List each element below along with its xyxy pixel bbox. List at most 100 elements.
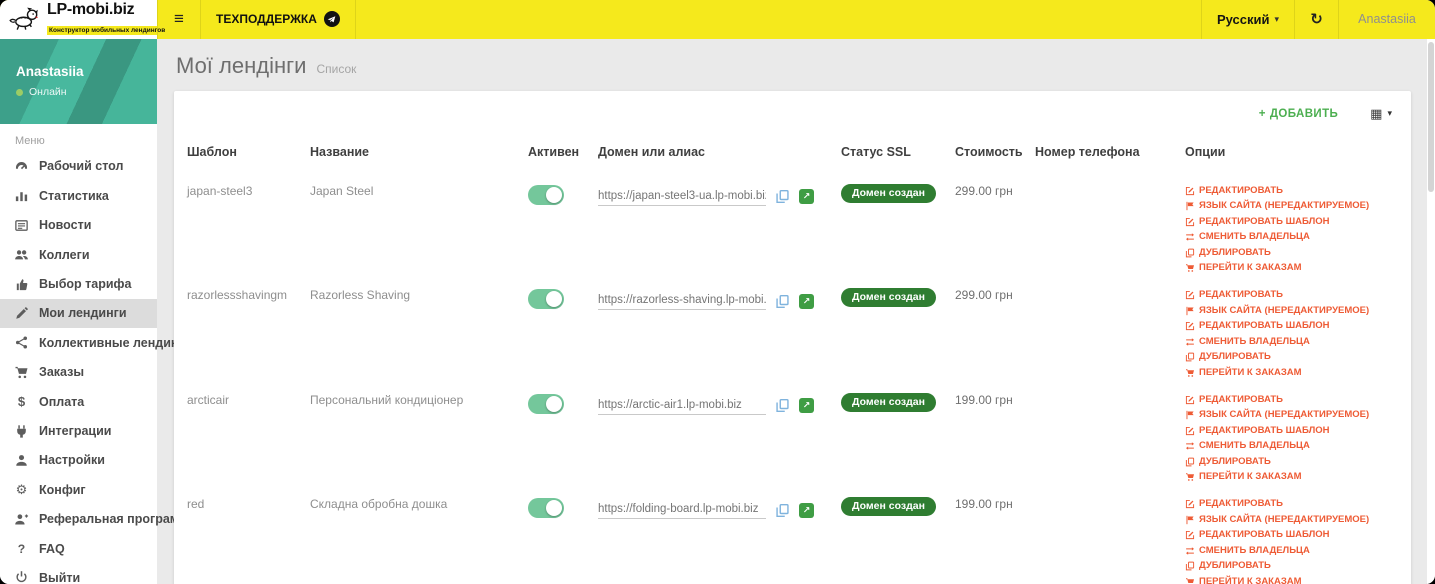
sidebar-item[interactable]: Заказы: [0, 358, 157, 387]
sidebar-user-name: Anastasiia: [16, 64, 84, 80]
view-selector[interactable]: ▦ ▾: [1370, 106, 1392, 122]
copy-icon[interactable]: [775, 189, 790, 204]
user-plus-icon: [14, 512, 29, 527]
sidebar-item[interactable]: FAQ: [0, 534, 157, 563]
option-link-label: ДУБЛИРОВАТЬ: [1199, 560, 1271, 572]
toggle-knob: [546, 500, 562, 517]
add-button[interactable]: + ДОБАВИТЬ: [1259, 108, 1338, 120]
logo-title: LP-mobi.biz: [47, 1, 135, 18]
sidebar-item[interactable]: Коллективные лендинги: [0, 328, 191, 357]
copy-icon[interactable]: [775, 503, 790, 518]
edit-icon: [1185, 395, 1195, 405]
option-link[interactable]: РЕДАКТИРОВАТЬ ШАБЛОН: [1185, 528, 1388, 542]
language-dropdown[interactable]: Русский ▾: [1200, 0, 1295, 39]
option-link[interactable]: ЯЗЫК САЙТА (НЕРЕДАКТИРУЕМОЕ): [1185, 408, 1388, 422]
cart-icon: [1185, 263, 1195, 273]
external-link-icon[interactable]: ↗: [799, 189, 814, 205]
column-header-domain: Домен или алиас: [598, 144, 706, 159]
active-toggle[interactable]: [528, 184, 564, 205]
sidebar-item[interactable]: Рабочий стол: [0, 152, 157, 181]
edit-icon: [1185, 530, 1195, 540]
main-content: Мої лендінги Список + ДОБАВИТЬ ▦ ▾ Шабло…: [157, 39, 1435, 584]
card-toolbar: + ДОБАВИТЬ ▦ ▾: [187, 91, 1398, 137]
domain-input[interactable]: [598, 396, 766, 415]
sidebar-item[interactable]: Интеграции: [0, 416, 157, 445]
option-link[interactable]: СМЕНИТЬ ВЛАДЕЛЬЦА: [1185, 335, 1388, 349]
option-link[interactable]: РЕДАКТИРОВАТЬ ШАБЛОН: [1185, 319, 1388, 333]
sidebar-item[interactable]: Мои лендинги: [0, 298, 157, 329]
copy-icon[interactable]: [775, 294, 790, 309]
scrollbar-thumb[interactable]: [1428, 41, 1434, 192]
name-cell: Складна обробна дошка: [310, 497, 448, 512]
edit-icon: [1185, 290, 1195, 300]
domain-cell: ↗: [598, 187, 841, 206]
telegram-icon: [323, 11, 340, 28]
logo-tagline: Конструктор мобильных лендингов: [47, 25, 168, 35]
option-link[interactable]: ЯЗЫК САЙТА (НЕРЕДАКТИРУЕМОЕ): [1185, 304, 1388, 318]
option-link[interactable]: ЯЗЫК САЙТА (НЕРЕДАКТИРУЕМОЕ): [1185, 199, 1388, 213]
support-button[interactable]: ТЕХПОДДЕРЖКА: [201, 0, 356, 39]
active-toggle[interactable]: [528, 393, 564, 414]
option-link[interactable]: РЕДАКТИРОВАТЬ: [1185, 184, 1388, 198]
hamburger-menu-icon[interactable]: ≡: [157, 0, 201, 39]
option-link[interactable]: РЕДАКТИРОВАТЬ: [1185, 497, 1388, 511]
option-link[interactable]: РЕДАКТИРОВАТЬ ШАБЛОН: [1185, 424, 1388, 438]
ssl-status-badge: Домен создан: [841, 288, 936, 308]
option-link[interactable]: СМЕНИТЬ ВЛАДЕЛЬЦА: [1185, 544, 1388, 558]
sidebar-user-status: Онлайн: [16, 86, 141, 98]
active-toggle[interactable]: [528, 498, 564, 519]
user-menu[interactable]: Anastasiia: [1339, 0, 1435, 39]
sidebar-item[interactable]: Коллеги: [0, 240, 157, 269]
option-link[interactable]: ДУБЛИРОВАТЬ: [1185, 246, 1388, 260]
external-link-icon[interactable]: ↗: [799, 502, 814, 518]
option-link[interactable]: ПЕРЕЙТИ К ЗАКАЗАМ: [1185, 575, 1388, 584]
option-link[interactable]: РЕДАКТИРОВАТЬ: [1185, 288, 1388, 302]
cart-icon: [14, 365, 29, 380]
name-cell: Персональний кондиціонер: [310, 392, 464, 407]
option-link-label: ДУБЛИРОВАТЬ: [1199, 351, 1271, 363]
sidebar-item[interactable]: Новости: [0, 211, 157, 240]
copy-icon[interactable]: [775, 398, 790, 413]
cart-icon: [1185, 368, 1195, 378]
domain-input[interactable]: [598, 501, 766, 520]
sidebar-item-label: Мои лендинги: [39, 306, 127, 321]
option-link[interactable]: ДУБЛИРОВАТЬ: [1185, 559, 1388, 573]
sidebar-item[interactable]: Настройки: [0, 446, 157, 475]
edit-icon: [1185, 186, 1195, 196]
sidebar-item[interactable]: Выбор тарифа: [0, 269, 157, 298]
option-link[interactable]: СМЕНИТЬ ВЛАДЕЛЬЦА: [1185, 439, 1388, 453]
dog-logo-icon: [9, 8, 38, 31]
option-link[interactable]: ЯЗЫК САЙТА (НЕРЕДАКТИРУЕМОЕ): [1185, 513, 1388, 527]
domain-input[interactable]: [598, 292, 766, 311]
price-cell: 299.00 грн: [955, 288, 1013, 303]
refresh-button[interactable]: ↻: [1295, 0, 1339, 39]
sidebar-item[interactable]: Статистика: [0, 181, 157, 210]
table-header-row: Шаблон Название Активен Домен или алиас …: [187, 137, 1398, 171]
sidebar-item[interactable]: Выйти: [0, 563, 157, 584]
option-link[interactable]: РЕДАКТИРОВАТЬ ШАБЛОН: [1185, 215, 1388, 229]
option-link[interactable]: ПЕРЕЙТИ К ЗАКАЗАМ: [1185, 470, 1388, 484]
sidebar-item-label: Рабочий стол: [39, 159, 124, 174]
option-link[interactable]: ДУБЛИРОВАТЬ: [1185, 455, 1388, 469]
sidebar-item[interactable]: Реферальная программа: [0, 504, 195, 533]
support-label: ТЕХПОДДЕРЖКА: [216, 12, 317, 27]
sidebar-item[interactable]: Оплата: [0, 387, 157, 416]
option-link[interactable]: ПЕРЕЙТИ К ЗАКАЗАМ: [1185, 366, 1388, 380]
active-toggle[interactable]: [528, 289, 564, 310]
option-link[interactable]: СМЕНИТЬ ВЛАДЕЛЬЦА: [1185, 230, 1388, 244]
option-link[interactable]: РЕДАКТИРОВАТЬ: [1185, 393, 1388, 407]
option-link-label: РЕДАКТИРОВАТЬ ШАБЛОН: [1199, 320, 1330, 332]
scrollbar[interactable]: [1427, 38, 1435, 584]
option-link[interactable]: ДУБЛИРОВАТЬ: [1185, 350, 1388, 364]
domain-input[interactable]: [598, 187, 766, 206]
external-link-icon[interactable]: ↗: [799, 398, 814, 414]
copy-icon: [1185, 457, 1195, 467]
logo[interactable]: LP-mobi.biz Конструктор мобильных лендин…: [0, 0, 168, 39]
external-link-icon[interactable]: ↗: [799, 293, 814, 309]
option-link-label: ЯЗЫК САЙТА (НЕРЕДАКТИРУЕМОЕ): [1199, 513, 1370, 525]
option-link[interactable]: ПЕРЕЙТИ К ЗАКАЗАМ: [1185, 261, 1388, 275]
sidebar-item[interactable]: Конфиг: [0, 475, 157, 504]
sidebar-item-label: Статистика: [39, 188, 109, 203]
name-cell: Japan Steel: [310, 183, 374, 198]
plus-icon: +: [1258, 107, 1266, 120]
